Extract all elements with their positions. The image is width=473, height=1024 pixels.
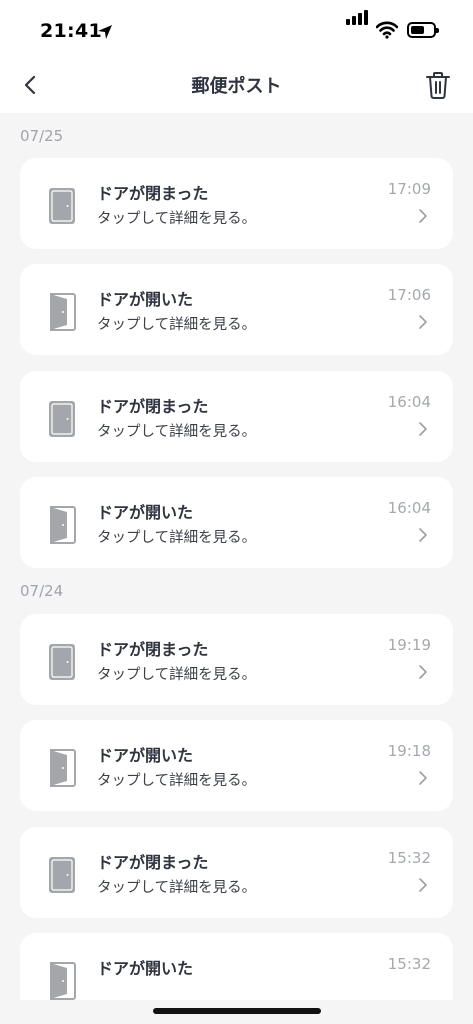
door-open-icon: [50, 506, 76, 544]
event-title: ドアが開いた: [97, 503, 194, 522]
event-time: 15:32: [387, 955, 431, 973]
event-subtitle: タップして詳細を見る。: [97, 317, 257, 333]
top-bar: 21:41 郵便ポスト: [0, 0, 473, 113]
event-card[interactable]: ドアが開いた タップして詳細を見る。 17:06: [20, 264, 453, 355]
door-closed-icon: [49, 644, 75, 680]
wifi-icon: [376, 21, 398, 39]
door-closed-icon: [49, 401, 75, 437]
section-date: 07/25: [20, 127, 64, 145]
event-subtitle: タップして詳細を見る。: [97, 667, 257, 683]
chevron-right-icon: [419, 878, 427, 892]
trash-icon[interactable]: [424, 70, 452, 100]
event-time: 19:19: [387, 636, 431, 654]
page-title: 郵便ポスト: [191, 76, 282, 97]
door-closed-icon: [49, 857, 75, 893]
chevron-right-icon: [419, 528, 427, 542]
event-subtitle: タップして詳細を見る。: [97, 530, 257, 546]
status-time: 21:41: [40, 20, 102, 42]
event-time: 16:04: [387, 393, 431, 411]
event-time: 15:32: [387, 849, 431, 867]
event-time: 17:06: [387, 286, 431, 304]
event-card[interactable]: ドアが閉まった タップして詳細を見る。 16:04: [20, 371, 453, 462]
event-time: 17:09: [387, 180, 431, 198]
event-title: ドアが開いた: [97, 290, 194, 309]
chevron-right-icon: [419, 209, 427, 223]
door-open-icon: [50, 749, 76, 787]
door-open-icon: [50, 293, 76, 331]
chevron-right-icon: [419, 422, 427, 436]
event-list: 07/25 ドアが閉まった タップして詳細を見る。 17:09 ドアが開いた タ…: [0, 0, 473, 1000]
chevron-right-icon: [419, 665, 427, 679]
event-time: 19:18: [387, 742, 431, 760]
event-subtitle: タップして詳細を見る。: [97, 424, 257, 440]
event-card[interactable]: ドアが開いた タップして詳細を見る。 16:04: [20, 477, 453, 568]
event-title: ドアが開いた: [97, 746, 194, 765]
chevron-right-icon: [419, 315, 427, 329]
event-card[interactable]: ドアが開いた タップして詳細を見る。 19:18: [20, 720, 453, 811]
section-date: 07/24: [20, 582, 64, 600]
event-card[interactable]: ドアが閉まった タップして詳細を見る。 19:19: [20, 614, 453, 705]
event-subtitle: タップして詳細を見る。: [97, 773, 257, 789]
door-open-icon: [50, 962, 76, 1000]
event-card[interactable]: ドアが閉まった タップして詳細を見る。 15:32: [20, 827, 453, 918]
event-title: ドアが閉まった: [97, 397, 209, 416]
event-time: 16:04: [387, 499, 431, 517]
chevron-right-icon: [419, 771, 427, 785]
event-subtitle: タップして詳細を見る。: [97, 880, 257, 896]
event-card[interactable]: ドアが閉まった タップして詳細を見る。 17:09: [20, 158, 453, 249]
door-closed-icon: [49, 188, 75, 224]
event-title: ドアが閉まった: [97, 640, 209, 659]
event-subtitle: タップして詳細を見る。: [97, 211, 257, 227]
event-title: ドアが閉まった: [97, 184, 209, 203]
event-title: ドアが閉まった: [97, 853, 209, 872]
battery-icon: [407, 22, 439, 38]
home-indicator[interactable]: [153, 1008, 321, 1014]
event-title: ドアが開いた: [97, 959, 194, 978]
location-arrow-icon: [98, 25, 112, 39]
event-card[interactable]: ドアが開いた 15:32: [20, 933, 453, 1000]
status-bar: 21:41: [0, 0, 473, 60]
